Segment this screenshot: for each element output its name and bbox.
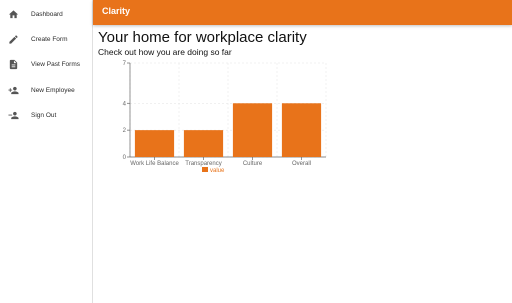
y-tick-label: 7 xyxy=(123,61,127,67)
y-tick-label: 2 xyxy=(123,128,127,134)
bar xyxy=(232,103,273,157)
y-tick-label: 0 xyxy=(123,155,127,161)
sidebar-item-new-employee[interactable]: New Employee xyxy=(0,80,93,100)
pencil-icon xyxy=(8,34,19,45)
person-remove-icon xyxy=(8,110,19,121)
sidebar-item-sign-out[interactable]: Sign Out xyxy=(0,105,93,125)
x-tick-label: Transparency xyxy=(185,161,221,167)
person-add-icon xyxy=(8,85,19,96)
page-subtitle: Check out how you are doing so far xyxy=(98,47,232,57)
sidebar: Dashboard Create Form View Past Forms Ne… xyxy=(0,0,93,303)
sidebar-item-label: View Past Forms xyxy=(31,60,81,68)
app-bar: Clarity xyxy=(93,0,512,25)
bar xyxy=(281,103,322,157)
legend-label: value xyxy=(210,168,225,174)
sidebar-item-label: Create Form xyxy=(31,35,68,43)
y-tick-label: 4 xyxy=(123,101,127,107)
x-tick-label: Work Life Balance xyxy=(130,161,179,167)
sidebar-item-label: Dashboard xyxy=(31,10,63,18)
sidebar-item-view-past-forms[interactable]: View Past Forms xyxy=(0,54,93,74)
bar xyxy=(183,130,224,157)
sidebar-item-dashboard[interactable]: Dashboard xyxy=(0,4,93,24)
app-title: Clarity xyxy=(102,6,131,16)
sidebar-item-create-form[interactable]: Create Form xyxy=(0,29,93,49)
document-icon xyxy=(8,59,19,70)
sidebar-item-label: New Employee xyxy=(31,86,75,94)
x-tick-label: Overall xyxy=(292,161,311,167)
home-icon xyxy=(8,9,19,20)
legend-swatch xyxy=(202,167,208,172)
sidebar-item-label: Sign Out xyxy=(31,111,57,119)
x-tick-label: Culture xyxy=(243,161,263,167)
page-title: Your home for workplace clarity xyxy=(98,29,307,46)
chart-svg: 0 2 4 7 Work Life Balance Transparency Culture… xyxy=(123,61,327,174)
bar-chart: 0 2 4 7 Work Life Balance Transparency Culture… xyxy=(110,58,350,188)
bar xyxy=(134,130,175,157)
